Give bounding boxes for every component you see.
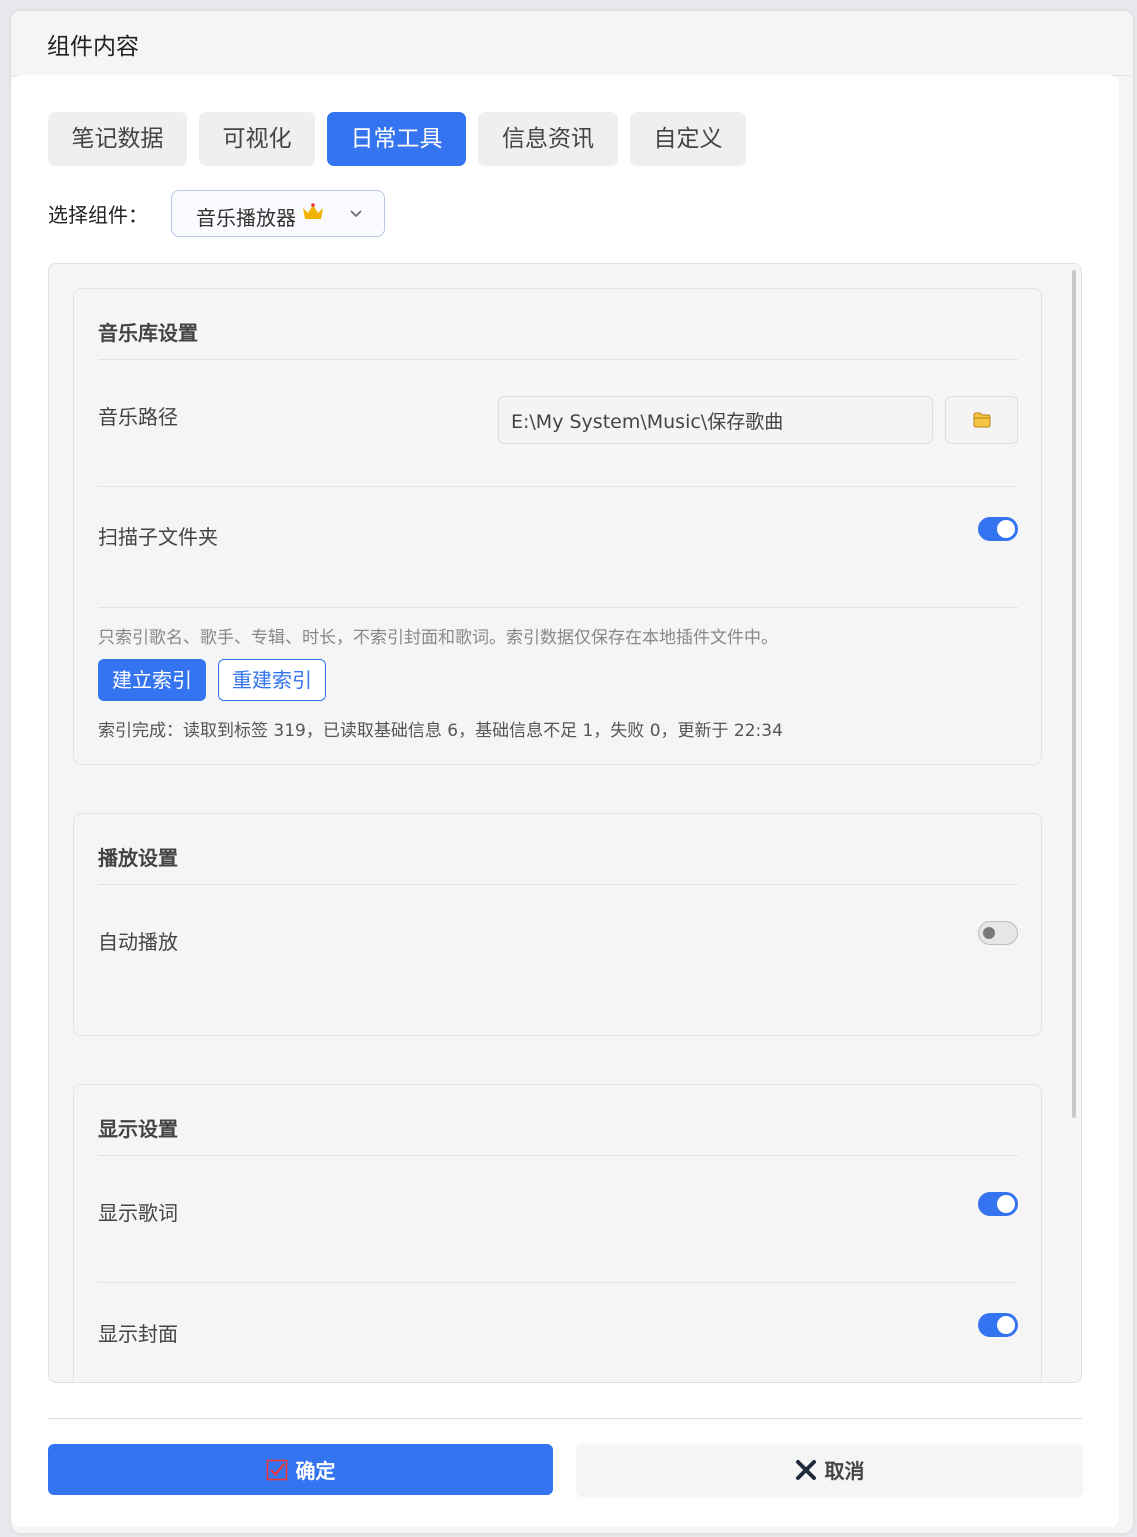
dialog-body: 笔记数据 可视化 日常工具 信息资讯 自定义 选择组件： 音乐播放器 音乐库设置… [11, 75, 1119, 1527]
divider [98, 1282, 1018, 1283]
index-hint-text: 只索引歌名、歌手、专辑、时长，不索引封面和歌词。索引数据仅保存在本地插件文件中。 [98, 628, 778, 648]
music-path-input[interactable] [498, 396, 933, 444]
confirm-button[interactable]: 确定 [48, 1444, 553, 1495]
tab-news[interactable]: 信息资讯 [478, 112, 618, 166]
rebuild-index-button[interactable]: 重建索引 [218, 659, 326, 701]
folder-icon [973, 412, 991, 428]
autoplay-toggle[interactable] [978, 921, 1018, 945]
divider [98, 486, 1018, 487]
show-lyrics-toggle[interactable] [978, 1192, 1018, 1216]
tab-visualization[interactable]: 可视化 [199, 112, 315, 166]
display-section: 显示设置 显示歌词 显示封面 [73, 1084, 1042, 1382]
scrollbar[interactable] [1072, 270, 1076, 1118]
section-title: 音乐库设置 [98, 321, 198, 345]
build-index-button[interactable]: 建立索引 [98, 659, 206, 701]
playback-section: 播放设置 自动播放 [73, 813, 1042, 1036]
chevron-down-icon [348, 205, 364, 225]
section-title: 播放设置 [98, 846, 178, 870]
component-content-dialog: 组件内容 笔记数据 可视化 日常工具 信息资讯 自定义 选择组件： 音乐播放器 … [11, 11, 1133, 1533]
section-title: 显示设置 [98, 1117, 178, 1141]
music-library-section: 音乐库设置 音乐路径 扫描子文件夹 只索引歌名、歌手、专辑、时长，不索引封面和歌… [73, 288, 1042, 765]
selector-label: 选择组件： [48, 203, 148, 227]
cancel-label: 取消 [824, 1459, 865, 1483]
footer-divider [48, 1418, 1082, 1419]
checkbox-check-icon [266, 1459, 287, 1480]
confirm-label: 确定 [295, 1459, 336, 1483]
browse-folder-button[interactable] [945, 396, 1018, 444]
divider [98, 607, 1018, 608]
cancel-button[interactable]: 取消 [577, 1444, 1082, 1495]
divider [98, 1155, 1018, 1156]
tab-custom[interactable]: 自定义 [630, 112, 746, 166]
component-select[interactable]: 音乐播放器 [171, 190, 385, 237]
index-status-text: 索引完成：读取到标签 319，已读取基础信息 6，基础信息不足 1，失败 0，更… [98, 721, 783, 741]
tab-note-data[interactable]: 笔记数据 [48, 112, 187, 166]
show-cover-label: 显示封面 [98, 1322, 178, 1346]
divider [98, 884, 1018, 885]
show-cover-toggle[interactable] [978, 1313, 1018, 1337]
scan-subfolders-toggle[interactable] [978, 517, 1018, 541]
crown-icon [302, 203, 324, 226]
settings-scroll-area[interactable]: 音乐库设置 音乐路径 扫描子文件夹 只索引歌名、歌手、专辑、时长，不索引封面和歌… [48, 263, 1082, 1383]
component-select-value: 音乐播放器 [196, 206, 296, 230]
scan-subfolders-label: 扫描子文件夹 [98, 525, 218, 549]
close-icon [795, 1459, 816, 1480]
autoplay-label: 自动播放 [98, 930, 178, 954]
music-path-label: 音乐路径 [98, 405, 178, 429]
dialog-header: 组件内容 [11, 11, 1133, 76]
show-lyrics-label: 显示歌词 [98, 1201, 178, 1225]
divider [98, 359, 1018, 360]
dialog-title: 组件内容 [47, 34, 139, 60]
tab-daily-tools[interactable]: 日常工具 [327, 112, 466, 166]
